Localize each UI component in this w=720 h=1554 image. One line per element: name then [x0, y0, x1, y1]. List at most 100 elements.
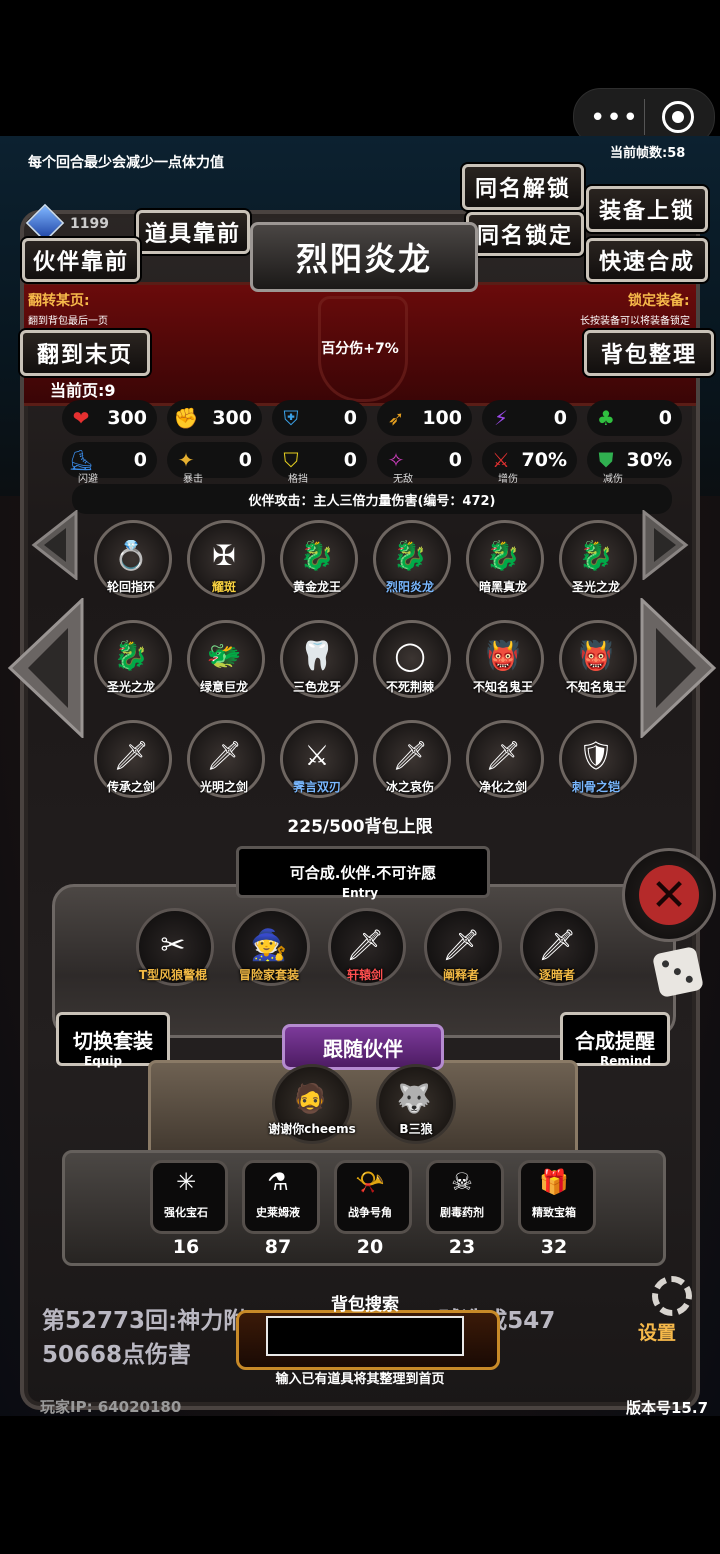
- item-name: 黄金龙王: [292, 580, 341, 594]
- flip-page-desc: 翻到背包最后一页: [28, 316, 108, 327]
- stat-1: ✊ 300: [167, 400, 262, 436]
- consumable-slot[interactable]: ⚗ 史莱姆液 87: [238, 1156, 320, 1258]
- stat-4: ⚡ 0: [482, 400, 577, 436]
- poison-icon: ☠: [451, 1168, 473, 1196]
- item-name: 烈阳炎龙: [385, 580, 434, 594]
- prev-row-arrow-icon[interactable]: [30, 510, 80, 580]
- partner-front-button[interactable]: 伙伴靠前: [22, 238, 140, 282]
- stat-label: 无敌: [393, 474, 413, 485]
- entry-label: Entry: [341, 886, 379, 900]
- consumable-count: 23: [448, 1236, 476, 1258]
- item-name: 刺骨之铠: [571, 780, 620, 794]
- holy-dragon-icon: 🐉: [113, 638, 149, 672]
- item-slot[interactable]: 👹 不知名鬼王: [460, 620, 546, 706]
- quick-merge-button[interactable]: 快速合成: [586, 238, 708, 282]
- item-name: 光明之剑: [199, 780, 248, 794]
- lightning-icon: ⚡: [493, 406, 509, 430]
- item-name: 圣光之龙: [571, 580, 620, 594]
- gear-icon: [652, 1276, 692, 1316]
- stat-value: 0: [658, 407, 672, 429]
- item-slot[interactable]: 🐉 圣光之龙: [553, 520, 639, 606]
- close-icon: ✕: [639, 865, 699, 925]
- ring-icon: 💍: [113, 538, 149, 572]
- item-name: 不知名鬼王: [565, 680, 626, 694]
- dice-icon[interactable]: [651, 945, 705, 999]
- same-name-lock-button[interactable]: 同名锁定: [466, 212, 584, 256]
- consumable-slot[interactable]: ☠ 剧毒药剂 23: [422, 1156, 504, 1258]
- settings-button[interactable]: 设置: [634, 1276, 710, 1346]
- baton-icon: ✂: [160, 927, 186, 963]
- fire-dragon-icon: 🐉: [392, 538, 428, 572]
- same-name-unlock-button[interactable]: 同名解锁: [462, 164, 584, 210]
- item-slot[interactable]: 💍 轮回指环: [88, 520, 174, 606]
- equipment-name: 阐释者: [442, 968, 479, 982]
- stat-value: 0: [238, 449, 252, 471]
- prev-page-arrow-icon[interactable]: [6, 598, 86, 738]
- stat-value: 0: [133, 449, 147, 471]
- equipment-slot[interactable]: 🧙 冒险家套装: [226, 904, 312, 990]
- bag-search-input[interactable]: [266, 1316, 464, 1356]
- item-front-button[interactable]: 道具靠前: [136, 210, 250, 254]
- stat-0: ❤ 300: [62, 400, 157, 436]
- ghost-king-icon: 👹: [485, 638, 521, 672]
- item-slot[interactable]: ⚔ 霁言双刃: [274, 720, 360, 806]
- consumable-name: 强化宝石: [164, 1206, 208, 1219]
- follower-slot[interactable]: 🧔 谢谢你cheems: [268, 1064, 356, 1144]
- equipment-slot[interactable]: ✂ T型风狼警棍: [130, 904, 216, 990]
- item-slot[interactable]: 🗡 光明之剑: [181, 720, 267, 806]
- green-dragon-icon: 🐲: [206, 638, 242, 672]
- stat-label: 闪避: [78, 474, 98, 485]
- armor-icon: 🛡: [578, 738, 614, 772]
- stat-value: 0: [553, 407, 567, 429]
- next-page-arrow-icon[interactable]: [638, 598, 718, 738]
- thorn-ring-icon: ◯: [394, 638, 426, 672]
- next-row-arrow-icon[interactable]: [640, 510, 690, 580]
- close-button[interactable]: ✕: [622, 848, 716, 942]
- item-name: 轮回指环: [106, 580, 155, 594]
- version-label: 版本号15.7: [626, 1399, 709, 1417]
- item-slot[interactable]: 👹 不知名鬼王: [553, 620, 639, 706]
- stat-5: ♣ 0: [587, 400, 682, 436]
- stat-7: ✦ 0 暴击: [167, 442, 262, 485]
- follower-slot[interactable]: 🐺 B三狼: [376, 1064, 456, 1144]
- last-page-button[interactable]: 翻到末页: [20, 330, 150, 376]
- consumable-slot[interactable]: 📯 战争号角 20: [330, 1156, 412, 1258]
- item-name: 不知名鬼王: [472, 680, 533, 694]
- wolf-pack-icon: 🐺: [396, 1081, 432, 1115]
- stat-label: 格挡: [288, 474, 308, 485]
- equipment-slot[interactable]: 🗡 逐暗者: [514, 904, 600, 990]
- equip-lock-button[interactable]: 装备上锁: [586, 186, 708, 232]
- stat-label: 增伤: [498, 474, 518, 485]
- consumable-slot[interactable]: ✳ 强化宝石 16: [146, 1156, 228, 1258]
- consumable-slot[interactable]: 🎁 精致宝箱 32: [514, 1156, 596, 1258]
- item-slot[interactable]: 🛡 刺骨之铠: [553, 720, 639, 806]
- item-slot[interactable]: ◯ 不死荆棘: [367, 620, 453, 706]
- warrior-portrait-icon: 🧔: [292, 1081, 328, 1115]
- clover-icon: ♣: [597, 406, 615, 430]
- stat-value: 0: [343, 407, 357, 429]
- bag-capacity: 225/500背包上限: [287, 817, 433, 837]
- item-slot[interactable]: 🗡 净化之剑: [460, 720, 546, 806]
- item-slot[interactable]: ✠ 耀斑: [181, 520, 267, 606]
- follower-name: 谢谢你cheems: [268, 1122, 356, 1136]
- item-slot[interactable]: 🐲 绿意巨龙: [181, 620, 267, 706]
- item-slot[interactable]: 🗡 传承之剑: [88, 720, 174, 806]
- item-name: 冰之哀伤: [385, 780, 434, 794]
- item-slot[interactable]: 🦷 三色龙牙: [274, 620, 360, 706]
- equipment-slot[interactable]: 🗡 轩辕剑: [322, 904, 408, 990]
- bag-sort-button[interactable]: 背包整理: [584, 330, 714, 376]
- item-slot[interactable]: 🐉 烈阳炎龙: [367, 520, 453, 606]
- consumable-name: 战争号角: [348, 1206, 392, 1219]
- equipment-name: 逐暗者: [538, 968, 575, 982]
- more-icon[interactable]: •••: [590, 103, 639, 133]
- close-target-icon[interactable]: [662, 101, 694, 133]
- consumable-name: 史莱姆液: [256, 1206, 300, 1219]
- item-slot[interactable]: 🐉 暗黑真龙: [460, 520, 546, 606]
- item-slot[interactable]: 🐉 黄金龙王: [274, 520, 360, 606]
- current-page: 当前页:9: [50, 381, 116, 400]
- item-slot[interactable]: 🐉 圣光之龙: [88, 620, 174, 706]
- item-name: 圣光之龙: [106, 680, 155, 694]
- equipment-slot[interactable]: 🗡 阐释者: [418, 904, 504, 990]
- dragon-fang-icon: 🦷: [299, 638, 335, 672]
- item-slot[interactable]: 🗡 冰之哀伤: [367, 720, 453, 806]
